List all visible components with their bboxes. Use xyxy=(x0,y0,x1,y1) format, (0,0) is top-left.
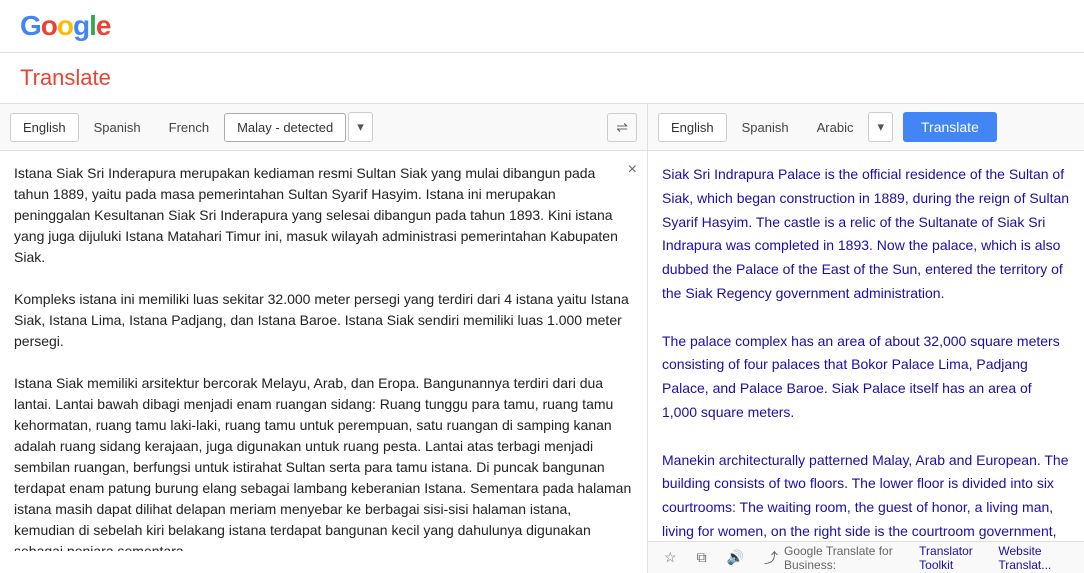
logo-l: l xyxy=(89,10,96,41)
sound-icon[interactable]: 🔊 xyxy=(721,545,750,570)
right-footer: ☆ ⧉ 🔊 ⤴ Google Translate for Business: T… xyxy=(648,541,1084,573)
google-logo: Google xyxy=(20,10,110,42)
right-panel: English Spanish Arabic ▾ Translate Siak … xyxy=(648,104,1084,573)
output-area: Siak Sri Indrapura Palace is the officia… xyxy=(648,151,1084,541)
header: Google xyxy=(0,0,1084,53)
logo-e: e xyxy=(96,10,111,41)
logo-o2: o xyxy=(57,10,73,41)
footer-icons-group: ☆ ⧉ 🔊 ⤴ xyxy=(658,544,784,572)
clear-text-button[interactable]: × xyxy=(628,161,637,179)
copy-icon[interactable]: ⧉ xyxy=(691,545,713,570)
footer-links-group: Google Translate for Business: Translato… xyxy=(784,544,1074,572)
left-panel: English Spanish French Malay - detected … xyxy=(0,104,648,573)
logo-o1: o xyxy=(41,10,57,41)
logo-g: G xyxy=(20,10,41,41)
translator-toolkit-link[interactable]: Translator Toolkit xyxy=(919,544,988,572)
star-icon[interactable]: ☆ xyxy=(658,545,683,570)
left-tab-english[interactable]: English xyxy=(10,113,79,142)
right-lang-dropdown[interactable]: ▾ xyxy=(868,112,893,142)
right-lang-bar: English Spanish Arabic ▾ Translate xyxy=(648,104,1084,151)
website-translator-link[interactable]: Website Translat... xyxy=(998,544,1074,572)
input-area: × xyxy=(0,151,647,573)
google-translate-for-business-label: Google Translate for Business: xyxy=(784,544,909,572)
right-tab-spanish[interactable]: Spanish xyxy=(729,113,802,142)
right-tab-arabic[interactable]: Arabic xyxy=(804,113,867,142)
translate-button[interactable]: Translate xyxy=(903,112,997,142)
main-container: English Spanish French Malay - detected … xyxy=(0,104,1084,573)
left-tab-french[interactable]: French xyxy=(156,113,222,142)
source-text-input[interactable] xyxy=(14,163,633,551)
left-lang-bar: English Spanish French Malay - detected … xyxy=(0,104,647,151)
app-title: Translate xyxy=(0,53,1084,104)
right-tab-english[interactable]: English xyxy=(658,113,727,142)
share-icon[interactable]: ⤴ xyxy=(758,544,784,572)
swap-languages-button[interactable]: ⇌ xyxy=(607,113,637,142)
left-tab-malay[interactable]: Malay - detected xyxy=(224,113,346,142)
translated-text: Siak Sri Indrapura Palace is the officia… xyxy=(662,163,1070,541)
logo-g2: g xyxy=(73,10,89,41)
left-lang-dropdown[interactable]: ▾ xyxy=(348,112,373,142)
left-tab-spanish[interactable]: Spanish xyxy=(81,113,154,142)
